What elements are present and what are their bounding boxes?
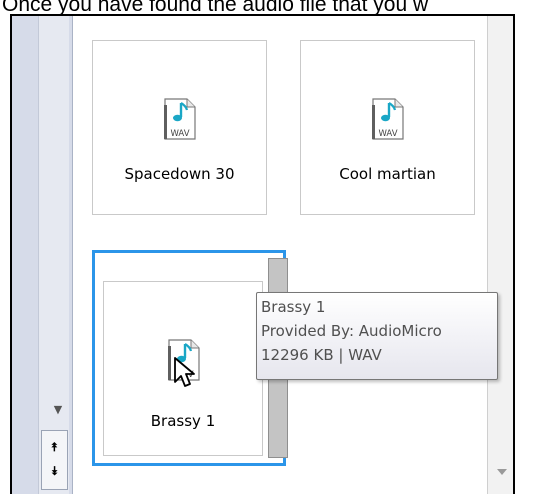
left-scroll-track[interactable] [38, 16, 69, 494]
chevron-down-icon[interactable] [496, 468, 508, 476]
tooltip-title: Brassy 1 [261, 298, 326, 316]
wav-file-icon: WAV [164, 98, 196, 140]
double-up-arrow-icon[interactable]: ⯭ [42, 441, 67, 453]
gallery-item-label: Spacedown 30 [124, 165, 235, 183]
double-down-arrow-icon[interactable]: ⯯ [42, 465, 67, 477]
gallery-item-spacedown-30[interactable]: WAV Spacedown 30 [92, 40, 267, 215]
gallery-item-label: Brassy 1 [150, 412, 216, 430]
page-scroll-buttons: ⯭ ⯯ [41, 430, 68, 490]
gallery-item-label: Cool martian [339, 165, 436, 183]
triangle-down-icon[interactable]: ▼ [48, 402, 68, 418]
svg-text:WAV: WAV [378, 129, 397, 139]
svg-text:WAV: WAV [170, 129, 189, 139]
vertical-scrollbar[interactable] [487, 16, 513, 494]
gallery-item-cool-martian[interactable]: WAV Cool martian [300, 40, 475, 215]
tooltip-provider: Provided By: AudioMicro [261, 322, 442, 340]
clip-art-gallery: WAV Spacedown 30 WAV Cool martian Brassy… [84, 16, 484, 494]
item-tooltip: Brassy 1 Provided By: AudioMicro 12296 K… [256, 292, 498, 380]
tooltip-details: 12296 KB | WAV [261, 346, 382, 364]
mouse-pointer-icon [174, 357, 195, 387]
left-scroll-strip: ▼ ⯭ ⯯ [12, 16, 73, 494]
audio-gallery-window: ▼ ⯭ ⯯ WAV Spacedown 30 WAV Cool martian … [10, 14, 515, 494]
wav-file-icon: WAV [372, 98, 404, 140]
